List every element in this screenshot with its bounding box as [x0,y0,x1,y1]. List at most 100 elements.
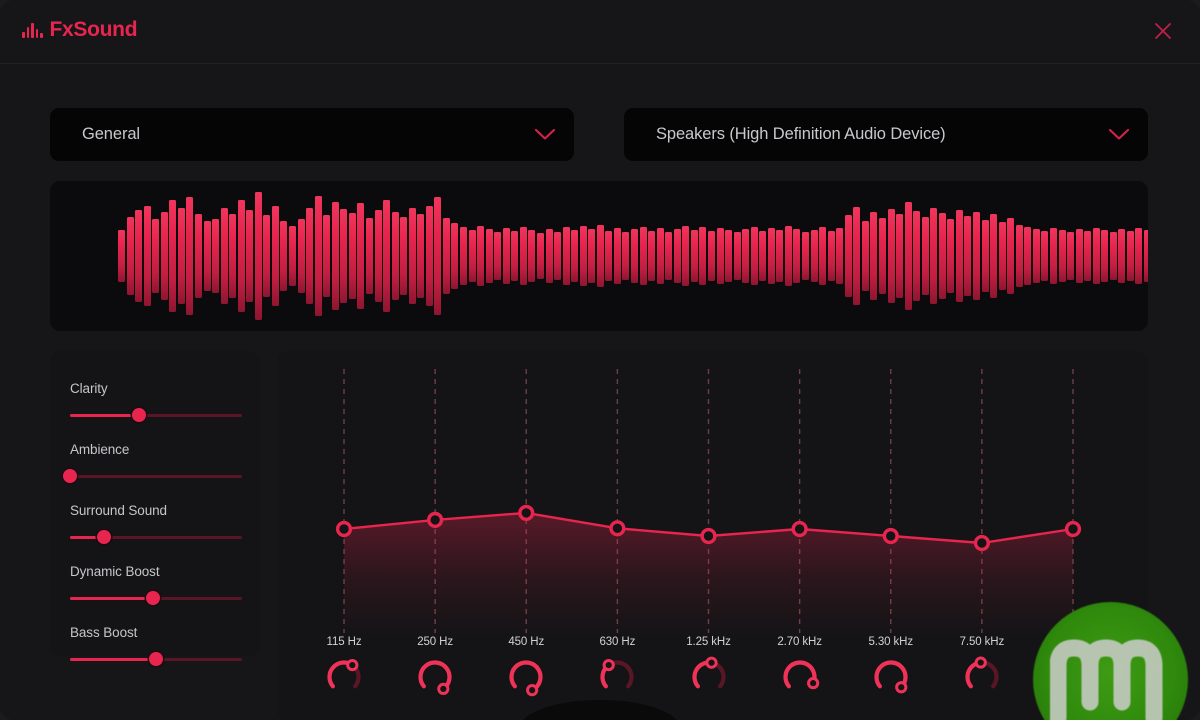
equalizer-band: 1.25 kHz [669,636,749,699]
app-title: FxSound [49,18,138,41]
slider-rail [70,475,242,478]
equalizer-band: 250 Hz [395,636,475,699]
waveform-bar [733,232,741,280]
equalizer-curve-node[interactable] [427,511,444,529]
waveform-bar [802,232,809,280]
waveform-bar [477,226,485,286]
knob-indicator[interactable] [704,656,718,669]
effect-slider-dynamic-boost[interactable] [70,591,242,605]
waveform-bar [1058,230,1066,282]
chevron-down-icon [1108,128,1130,141]
equalizer-band-knob[interactable] [777,653,823,699]
effect-slider-clarity[interactable] [70,408,242,422]
waveform-bar [408,208,416,304]
waveform-bar [793,229,801,283]
waveform-bar [648,231,656,281]
equalizer-panel: 115 Hz 250 Hz 450 Hz 630 Hz 1.25 kHz 2.70 kHz… [278,351,1148,720]
waveform-bar [725,230,733,282]
waveform-bar [229,214,237,298]
waveform-bar [135,210,143,302]
waveform-bar [545,229,553,283]
waveform-bar [331,202,339,310]
waveform-bar [973,212,980,300]
equalizer-band-frequency: 115 Hz [326,636,362,648]
equalizer-curve-node[interactable] [335,520,353,538]
waveform-bar [1101,230,1109,282]
waveform-bar [126,217,134,295]
slider-handle[interactable] [63,469,77,483]
equalizer-band-frequency: 250 Hz [417,636,454,648]
waveform-bar [1049,228,1057,284]
equalizer-band-knob[interactable] [594,653,640,699]
close-button[interactable] [1148,16,1178,46]
equalizer-band-knob[interactable] [686,653,732,699]
waveform-bar [853,207,861,305]
waveform-bar [947,219,955,293]
slider-handle[interactable] [131,408,146,422]
equalizer-band-knob[interactable] [503,653,549,699]
waveform-bar [468,230,476,282]
waveform-bar [451,223,459,289]
knob-indicator[interactable] [602,659,616,672]
knob-indicator[interactable] [437,682,450,695]
equalizer-band: 115 Hz [304,636,384,699]
knob-indicator[interactable] [974,656,987,669]
equalizer-curve-node[interactable] [882,527,899,545]
waveform-bar [143,206,151,306]
knob-indicator[interactable] [806,677,819,690]
equalizer-curve-node[interactable] [609,520,626,537]
equalizer-curve-node[interactable] [700,527,717,545]
waveform-bar [605,231,613,281]
slider-handle[interactable] [145,591,160,605]
equalizer-band-frequency: 1.25 kHz [686,636,731,648]
waveform-bar [861,221,869,291]
waveform-bar [485,229,493,283]
waveform-bar [254,192,262,320]
knob-indicator[interactable] [346,659,359,672]
waveform-bar [203,221,211,291]
waveform-bar [1024,227,1032,285]
preset-selector[interactable]: General [50,108,574,161]
knob-indicator[interactable] [526,684,539,697]
slider-handle[interactable] [149,652,163,666]
waveform-bar [759,231,767,281]
output-device-selector[interactable]: Speakers (High Definition Audio Device) [624,108,1148,161]
waveform-bar [194,214,202,298]
waveform-bar [981,220,989,292]
waveform-bar [1092,228,1100,284]
waveform-bar [682,226,690,286]
effect-slider-ambience[interactable] [63,469,242,483]
effect-slider-surround-sound[interactable] [70,530,242,544]
waveform-bar [314,196,322,316]
fxsound-window: FxSound General Speakers (High Definitio… [0,0,1200,720]
knob-indicator[interactable] [894,681,908,694]
waveform-bar [152,219,160,293]
slider-handle[interactable] [97,530,112,544]
equalizer-band-knob[interactable] [868,653,914,699]
equalizer-band-knob[interactable] [412,653,458,699]
waveform-bar [220,208,228,304]
waveform-bar [690,230,698,282]
waveform-bar [246,210,254,302]
equalizer-band: 450 Hz [486,636,566,699]
equalizer-curve-node[interactable] [1064,520,1082,538]
waveform-bar [340,209,348,303]
waveform-bar [904,202,912,310]
waveform-bar [742,229,750,283]
waveform-bar [177,208,185,304]
waveform-bar [596,225,604,287]
effect-slider-bass-boost[interactable] [70,652,242,666]
equalizer-curve-node[interactable] [791,520,808,538]
waveform-bar [784,226,792,286]
waveform-bar [767,228,775,284]
waveform-bar [460,227,467,285]
equalizer-band-knob[interactable] [321,653,367,699]
equalizer-band-controls: 115 Hz 250 Hz 450 Hz 630 Hz 1.25 kHz 2.70 kHz… [278,636,1148,720]
equalizer-curve-graph[interactable] [278,351,1148,636]
equalizer-curve-node[interactable] [973,534,990,552]
waveform-bar [921,217,929,295]
equalizer-curve-node[interactable] [518,504,535,522]
equalizer-band-frequency: 630 Hz [599,636,636,648]
equalizer-band-knob[interactable] [959,653,1005,699]
waveform-bar [519,227,527,285]
